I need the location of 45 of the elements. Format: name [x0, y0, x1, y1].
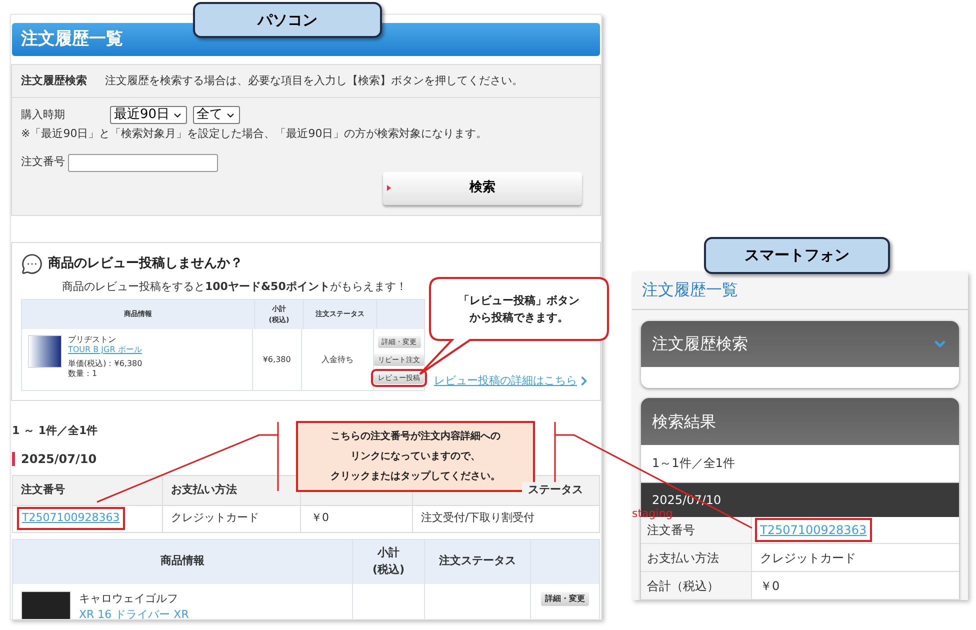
callout-text: クリックまたはタップしてください。 [330, 469, 500, 484]
date-marker [12, 452, 15, 466]
small-button[interactable]: 詳細・変更 [541, 592, 589, 606]
search-note: ※「最近90日」と「検索対象月」を設定した場合、「最近90日」の方が検索対象になります。 [21, 126, 488, 142]
brand-name: ブリヂストン [68, 335, 117, 345]
column-header: 小計 (税込) [353, 540, 425, 584]
row-value: ￥0 [759, 578, 781, 595]
section-label: スマートフォン [704, 237, 890, 274]
product-photo [28, 335, 62, 368]
card-heading: 検索結果 [652, 410, 716, 433]
unit-price: 単価(税込)：¥6,380 [68, 359, 142, 369]
subtotal-cell: ¥6,380 [253, 329, 302, 390]
callout-text: こちらの注文番号が注文内容詳細への [330, 429, 500, 444]
triangle-icon [387, 184, 391, 190]
payment-cell: クレジットカード [163, 506, 301, 532]
column-header: 注文ステータス [425, 540, 531, 584]
brand-name: キャロウェイゴルフ [79, 590, 179, 606]
month-select[interactable]: 全て [192, 106, 240, 124]
callout-text: から投稿できます。 [470, 310, 568, 326]
page-title: 注文履歴一覧 [21, 28, 123, 51]
callout-text: 「レビュー投稿」ボタン [458, 293, 580, 309]
card-heading: 注文履歴検索 [652, 333, 748, 356]
page-title: 注文履歴一覧 [642, 279, 738, 302]
row-label: お支払い方法 [641, 544, 752, 572]
callout-text: リンクになっていますので、 [350, 450, 480, 464]
quantity: 数量：1 [68, 369, 98, 379]
review-heading: 商品のレビュー投稿しませんか？ [48, 254, 243, 274]
row-value: クレジットカード [759, 550, 857, 567]
period-select[interactable]: 最近90日 [110, 106, 187, 124]
result-count: 1 ～ 1件／全1件 [12, 423, 98, 439]
status-cell-text: 注文受付/下取り割受付 [420, 510, 536, 526]
section-label: パソコン [193, 2, 382, 38]
order-date: 2025/07/10 [21, 450, 97, 468]
field-label: 購入時期 [21, 106, 66, 123]
speech-icon [21, 253, 43, 275]
total-cell: ￥0 [301, 506, 413, 532]
field-label: 注文番号 [21, 154, 65, 170]
search-heading: 注文履歴検索 [21, 72, 87, 89]
search-description: 注文履歴を検索する場合は、必要な項目を入力し【検索】ボタンを押してください。 [105, 72, 523, 89]
search-button[interactable]: 検索 [383, 172, 582, 204]
result-count: 1～1件／全1件 [652, 455, 735, 472]
column-header: 注文番号 [13, 476, 163, 504]
row-label: 合計（税込） [641, 572, 752, 600]
column-header: 商品情報 [13, 540, 353, 584]
order-number-field[interactable] [68, 154, 218, 172]
